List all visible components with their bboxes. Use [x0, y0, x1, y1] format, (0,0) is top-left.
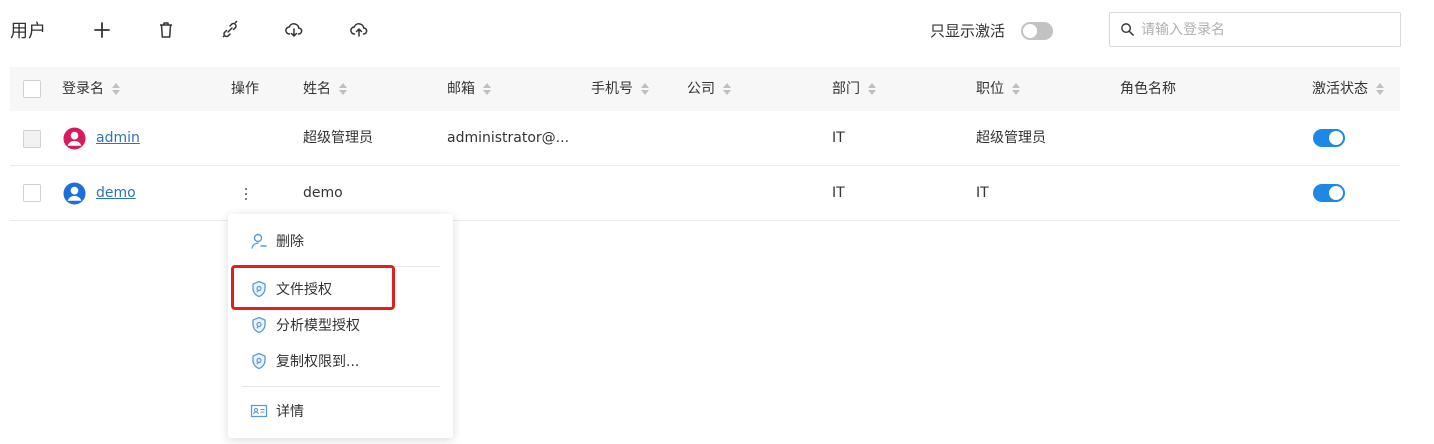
table-row: demo demo IT IT [10, 166, 1400, 221]
sort-icon[interactable] [1376, 82, 1384, 96]
only-active-toggle[interactable] [1021, 22, 1053, 40]
menu-item-delete[interactable]: 删除 [228, 224, 453, 258]
col-actions: 操作 [231, 67, 259, 111]
name-cell: 超级管理员 [303, 130, 373, 146]
col-dept-label: 部门 [832, 81, 860, 97]
table-header: 登录名 操作 姓名 邮箱 手机号 公司 部门 职位 角色名称 激活状态 [10, 67, 1400, 111]
table-row: admin 超级管理员 administrator@... IT 超级管理员 [10, 111, 1400, 166]
sort-icon[interactable] [641, 82, 649, 96]
menu-divider [242, 386, 440, 387]
menu-item-label: 复制权限到... [276, 354, 360, 370]
toggle-knob [1023, 24, 1037, 38]
only-active-label: 只显示激活 [930, 22, 1006, 40]
login-link[interactable]: admin [96, 130, 140, 146]
col-actions-label: 操作 [231, 81, 259, 97]
active-toggle[interactable] [1313, 129, 1345, 147]
col-name-label: 姓名 [303, 81, 331, 97]
user-icon [251, 233, 267, 249]
sort-icon[interactable] [112, 82, 120, 96]
sort-icon[interactable] [1012, 82, 1020, 96]
name-cell: demo [303, 185, 343, 201]
menu-item-details[interactable]: 详情 [228, 394, 453, 428]
login-link[interactable]: demo [96, 185, 136, 201]
add-button[interactable] [90, 18, 114, 42]
dept-cell: IT [832, 130, 845, 146]
col-login[interactable]: 登录名 [62, 67, 120, 111]
col-email[interactable]: 邮箱 [447, 67, 491, 111]
link-icon [222, 20, 238, 38]
toolbar: 用户 只显示激活 [0, 0, 1434, 62]
active-toggle[interactable] [1313, 184, 1345, 202]
menu-item-label: 分析模型授权 [276, 318, 360, 334]
col-phone-label: 手机号 [591, 81, 633, 97]
col-role: 角色名称 [1120, 67, 1176, 111]
menu-item-label: 文件授权 [276, 282, 332, 298]
row-checkbox[interactable] [23, 130, 41, 148]
id-card-icon [250, 404, 268, 418]
col-position[interactable]: 职位 [976, 67, 1020, 111]
user-avatar-icon [63, 127, 86, 150]
users-table: 登录名 操作 姓名 邮箱 手机号 公司 部门 职位 角色名称 激活状态 admi… [10, 67, 1400, 221]
sort-icon[interactable] [868, 82, 876, 96]
sort-icon[interactable] [723, 82, 731, 96]
col-active[interactable]: 激活状态 [1312, 67, 1384, 111]
upload-button[interactable] [347, 18, 371, 42]
menu-divider [242, 266, 440, 267]
plus-icon [94, 22, 110, 38]
col-phone[interactable]: 手机号 [591, 67, 649, 111]
menu-item-label: 详情 [276, 404, 304, 420]
cloud-download-icon [285, 23, 303, 38]
toggle-knob [1329, 131, 1343, 145]
shield-icon [252, 352, 266, 370]
col-name[interactable]: 姓名 [303, 67, 347, 111]
search-input[interactable] [1141, 21, 1381, 38]
cloud-upload-icon [350, 23, 368, 37]
sort-icon[interactable] [339, 82, 347, 96]
search-box[interactable] [1109, 12, 1401, 47]
email-cell: administrator@... [447, 130, 570, 146]
col-company[interactable]: 公司 [687, 67, 731, 111]
sort-icon[interactable] [483, 82, 491, 96]
dept-cell: IT [832, 185, 845, 201]
col-login-label: 登录名 [62, 81, 104, 97]
shield-icon [252, 316, 266, 334]
col-email-label: 邮箱 [447, 81, 475, 97]
row-checkbox[interactable] [23, 184, 41, 202]
col-active-label: 激活状态 [1312, 81, 1368, 97]
menu-item-model-permission[interactable]: 分析模型授权 [228, 308, 453, 342]
position-cell: 超级管理员 [976, 130, 1046, 146]
context-menu: 删除 文件授权 分析模型授权 复制权限到... 详情 [228, 214, 453, 438]
select-all-checkbox[interactable] [23, 80, 41, 98]
user-avatar-icon [63, 182, 86, 205]
toggle-knob [1329, 186, 1343, 200]
menu-item-label: 删除 [276, 234, 304, 250]
more-actions-button[interactable] [239, 183, 253, 205]
col-position-label: 职位 [976, 81, 1004, 97]
menu-item-copy-permission[interactable]: 复制权限到... [228, 344, 453, 378]
page-title: 用户 [10, 21, 46, 42]
trash-icon [160, 22, 172, 38]
delete-button[interactable] [154, 18, 178, 42]
col-company-label: 公司 [687, 81, 715, 97]
position-cell: IT [976, 185, 989, 201]
col-role-label: 角色名称 [1120, 81, 1176, 97]
link-button[interactable] [218, 18, 242, 42]
download-button[interactable] [282, 18, 306, 42]
shield-icon [252, 280, 266, 298]
search-icon [1121, 23, 1134, 36]
menu-item-file-permission[interactable]: 文件授权 [228, 272, 453, 306]
col-dept[interactable]: 部门 [832, 67, 876, 111]
